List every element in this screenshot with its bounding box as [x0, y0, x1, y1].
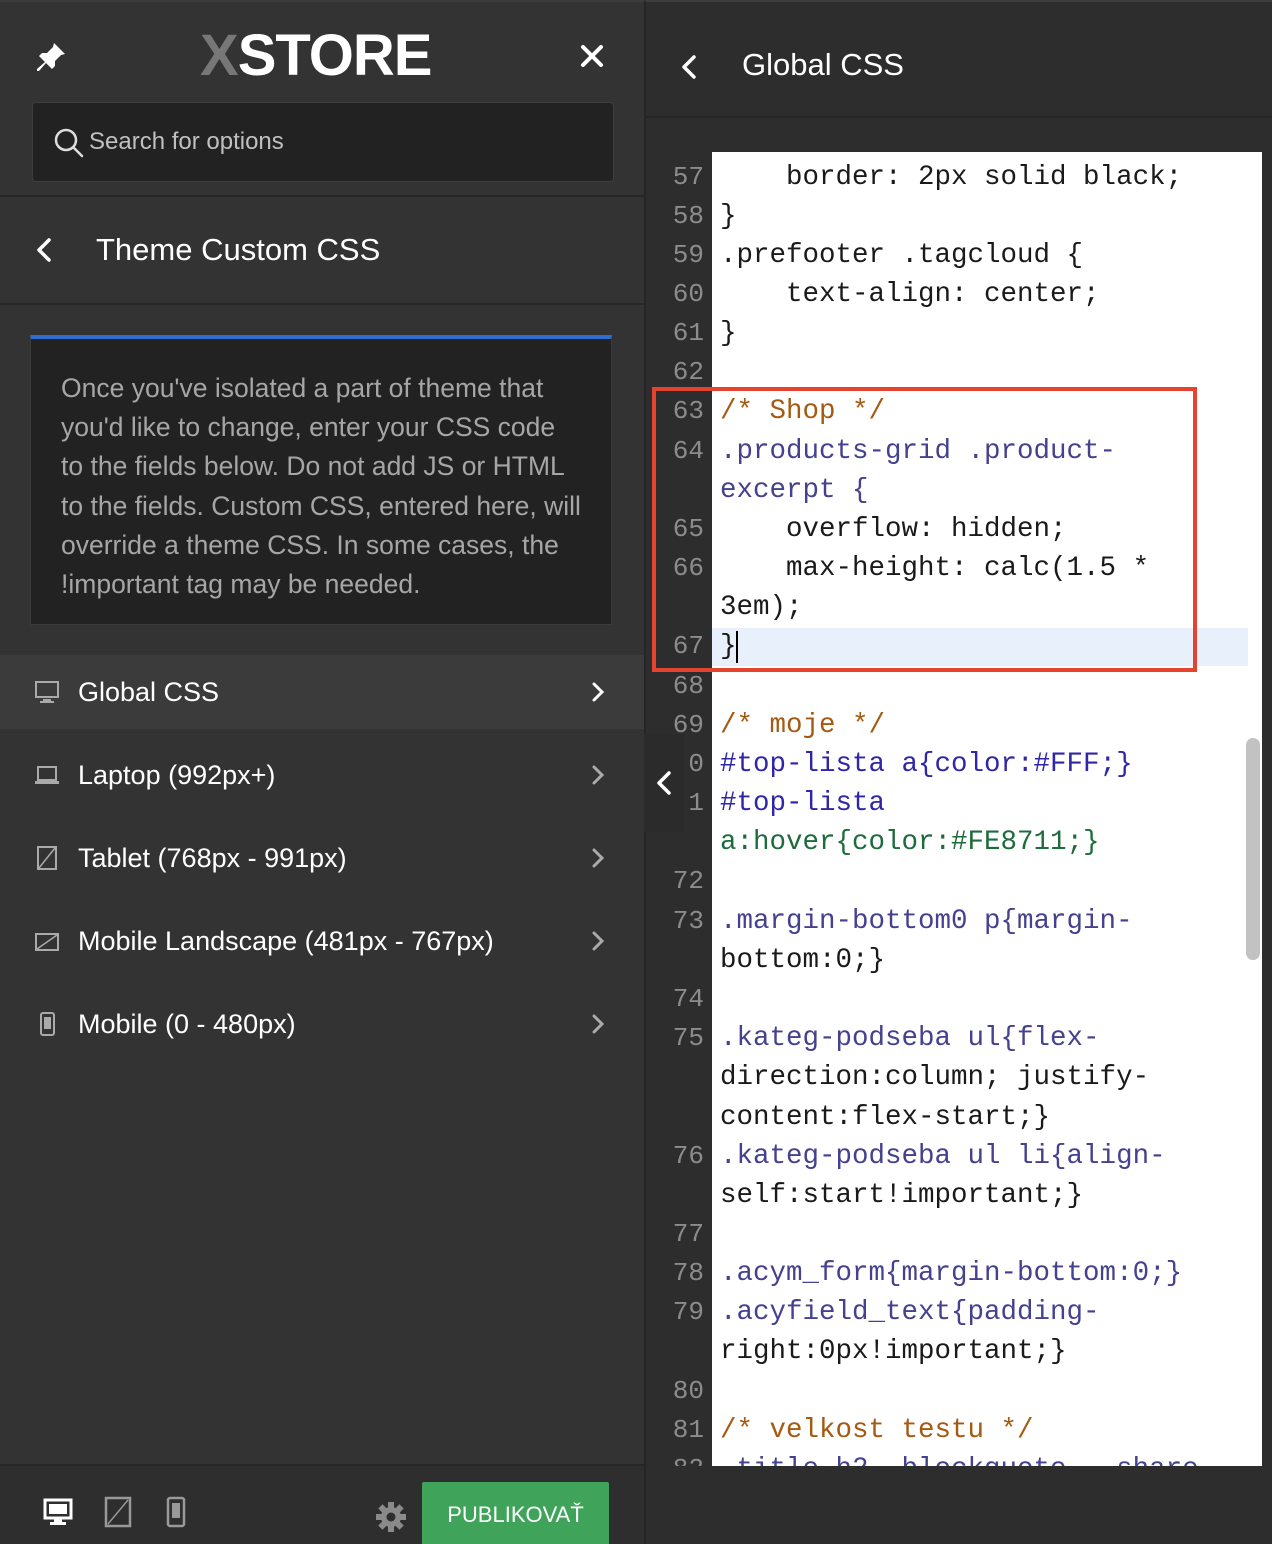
- panel-title: Global CSS: [742, 47, 904, 82]
- customizer-panel: XSTORE Theme Custom CSS Once you've isol…: [0, 0, 644, 1544]
- code-line: .acyfield_text{padding-: [720, 1297, 1100, 1328]
- divider: [0, 195, 644, 197]
- publish-button[interactable]: PUBLIKOVAŤ: [422, 1482, 609, 1544]
- code-line: bottom:0;}: [720, 945, 886, 976]
- mobile-preview-icon[interactable]: [160, 1496, 192, 1528]
- search-input[interactable]: [89, 103, 599, 181]
- line-number: 61: [672, 318, 704, 348]
- menu-item-tablet[interactable]: Tablet (768px - 991px): [0, 821, 644, 895]
- menu-item-mobile[interactable]: Mobile (0 - 480px): [0, 987, 644, 1061]
- desktop-preview-icon[interactable]: [42, 1496, 74, 1528]
- code-line: .kateg-podseba ul li{align-: [720, 1141, 1166, 1172]
- line-number: 72: [672, 866, 704, 896]
- menu-item-label: Tablet (768px - 991px): [78, 843, 347, 873]
- back-chevron-icon[interactable]: [676, 50, 702, 84]
- menu-item-laptop[interactable]: Laptop (992px+): [0, 738, 644, 812]
- code-line: #top-lista: [720, 788, 886, 819]
- menu-item-label: Mobile Landscape (481px - 767px): [78, 926, 494, 956]
- menu-item-global-css[interactable]: Global CSS: [0, 655, 644, 729]
- line-number: 59: [672, 240, 704, 270]
- line-number: 80: [672, 1376, 704, 1406]
- line-number: 78: [672, 1258, 704, 1288]
- chevron-right-icon: [592, 682, 605, 702]
- footer-actions: PUBLIKOVAŤ: [0, 1464, 644, 1544]
- line-number: 58: [672, 201, 704, 231]
- tablet-preview-icon[interactable]: [102, 1496, 134, 1528]
- chevron-right-icon: [592, 848, 605, 868]
- mobile-icon: [40, 1012, 55, 1036]
- code-line: content:flex-start;}: [720, 1102, 1051, 1133]
- chevron-right-icon: [592, 1014, 605, 1034]
- line-number: 76: [672, 1141, 704, 1171]
- code-comment: /* moje */: [720, 710, 886, 741]
- close-icon[interactable]: [576, 40, 608, 72]
- code-line: direction:column; justify-: [720, 1062, 1150, 1093]
- annotation-highlight-box: [652, 387, 1197, 672]
- info-box: Once you've isolated a part of theme tha…: [30, 335, 612, 625]
- collapse-sidebar-button[interactable]: [644, 734, 684, 832]
- line-number: 75: [672, 1023, 704, 1053]
- back-chevron-icon[interactable]: [30, 234, 58, 266]
- line-number: 57: [672, 162, 704, 192]
- code-line: }: [720, 201, 737, 232]
- line-number: 81: [672, 1415, 704, 1445]
- laptop-icon: [35, 766, 59, 784]
- search-box: [32, 102, 614, 182]
- divider: [646, 116, 1272, 118]
- gear-icon[interactable]: [374, 1500, 408, 1534]
- code-line: a:hover{color:#FE8711;}: [720, 827, 1100, 858]
- menu-item-label: Laptop (992px+): [78, 760, 276, 790]
- code-line: .acym_form{margin-bottom:0;}: [720, 1258, 1183, 1289]
- divider: [0, 303, 644, 305]
- code-line: .margin-bottom0 p{margin-: [720, 906, 1133, 937]
- section-title: Theme Custom CSS: [96, 232, 381, 267]
- code-line: }: [720, 318, 737, 349]
- css-code-editor[interactable]: border: 2px solid black; } .prefooter .t…: [712, 152, 1262, 1466]
- line-number: 74: [672, 984, 704, 1014]
- editor-scrollbar[interactable]: [1246, 738, 1260, 960]
- line-number: 79: [672, 1297, 704, 1327]
- code-line: text-align: center;: [720, 279, 1100, 310]
- tablet-icon: [37, 846, 57, 870]
- line-number: 77: [672, 1219, 704, 1249]
- desktop-icon: [35, 681, 59, 703]
- code-line: self:start!important;}: [720, 1180, 1084, 1211]
- menu-item-label: Mobile (0 - 480px): [78, 1009, 296, 1039]
- xstore-logo: XSTORE: [200, 23, 432, 88]
- code-editor-panel: Global CSS 57 58 59 60 61 62 63 64 65 66…: [644, 0, 1272, 1544]
- line-number: 60: [672, 279, 704, 309]
- line-number: 82: [646, 1450, 704, 1466]
- line-number: 73: [672, 906, 704, 936]
- chevron-left-icon: [657, 771, 671, 795]
- chevron-right-icon: [592, 765, 605, 785]
- menu-item-mobile-landscape[interactable]: Mobile Landscape (481px - 767px): [0, 904, 644, 978]
- search-icon: [54, 128, 84, 158]
- pin-icon[interactable]: [34, 40, 68, 74]
- menu-item-label: Global CSS: [78, 677, 220, 707]
- code-line: .title h2, blockquote, .share: [720, 1450, 1199, 1466]
- mobile-landscape-icon: [35, 933, 59, 951]
- chevron-right-icon: [592, 931, 605, 951]
- code-comment: /* velkost testu */: [720, 1415, 1034, 1446]
- code-line: .kateg-podseba ul{flex-: [720, 1023, 1100, 1054]
- code-line: border: 2px solid black;: [720, 162, 1183, 193]
- line-number: 68: [672, 671, 704, 701]
- code-line: #top-lista a{color:#FFF;}: [720, 749, 1133, 780]
- code-line: .prefooter .tagcloud {: [720, 240, 1084, 271]
- code-line: right:0px!important;}: [720, 1336, 1067, 1367]
